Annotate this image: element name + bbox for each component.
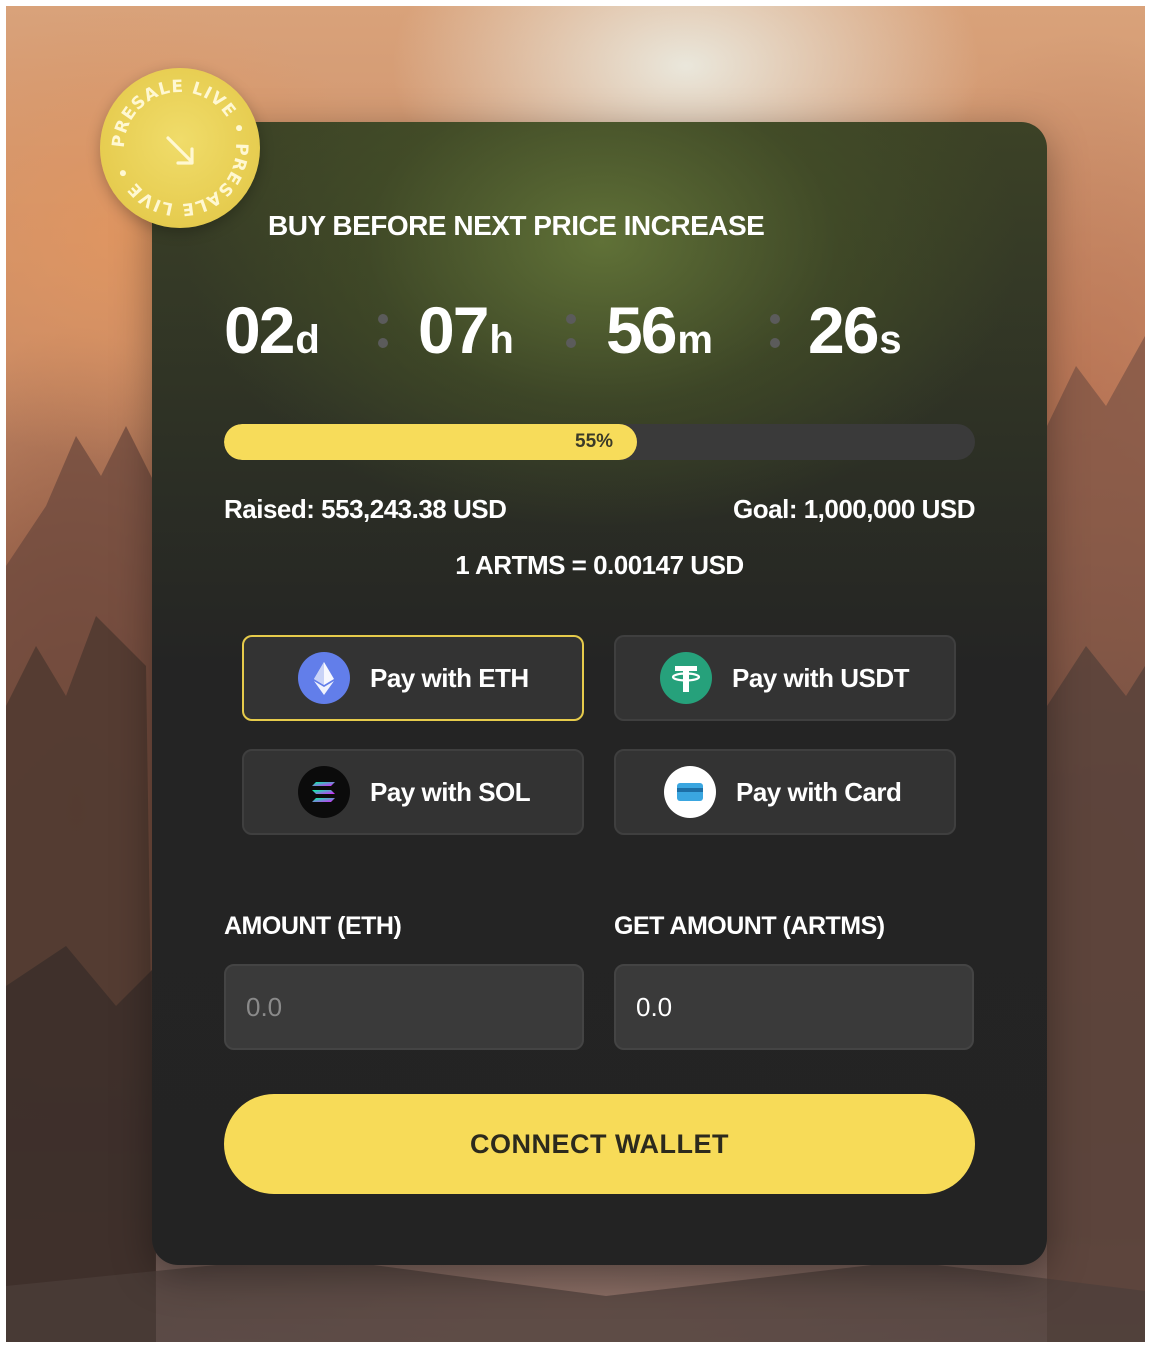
amount-field xyxy=(224,964,584,1050)
seconds-value: 26 xyxy=(808,293,879,367)
pay-eth-label: Pay with ETH xyxy=(370,662,529,693)
progress-fill: 55% xyxy=(224,424,638,460)
seconds-unit: s xyxy=(879,318,902,362)
pay-with-card-button[interactable]: Pay with Card xyxy=(614,749,956,835)
raised-amount: Raised: 553,243.38 USD xyxy=(224,494,507,524)
get-amount-label: GET AMOUNT (ARTMS) xyxy=(614,912,885,940)
timer-separator xyxy=(566,314,576,350)
tether-icon xyxy=(660,652,712,704)
days-unit: d xyxy=(295,318,320,362)
token-rate: 1 ARTMS = 0.00147 USD xyxy=(455,550,744,580)
arrow-down-right-icon xyxy=(166,136,194,165)
solana-icon xyxy=(298,766,350,818)
progress-label: 55% xyxy=(575,431,614,452)
timer-separator xyxy=(770,314,780,350)
amount-input[interactable] xyxy=(226,966,582,1048)
get-amount-input[interactable] xyxy=(616,966,972,1048)
countdown-seconds: 26 s xyxy=(808,292,902,378)
headline: BUY BEFORE NEXT PRICE INCREASE xyxy=(268,210,765,241)
connect-wallet-button[interactable]: CONNECT WALLET xyxy=(224,1094,975,1194)
pay-usdt-label: Pay with USDT xyxy=(732,662,909,693)
hours-value: 07 xyxy=(418,293,489,367)
pay-with-sol-button[interactable]: Pay with SOL xyxy=(242,749,584,835)
get-amount-field xyxy=(614,964,974,1050)
hours-unit: h xyxy=(489,318,514,362)
pay-with-usdt-button[interactable]: Pay with USDT xyxy=(614,635,956,721)
presale-live-badge: PRESALE LIVE • PRESALE LIVE • xyxy=(100,68,260,228)
pay-with-eth-button[interactable]: Pay with ETH xyxy=(242,635,584,721)
countdown-hours: 07 h xyxy=(418,292,514,378)
amount-label: AMOUNT (ETH) xyxy=(224,912,402,940)
pay-card-label: Pay with Card xyxy=(736,776,902,807)
pay-sol-label: Pay with SOL xyxy=(370,776,531,807)
minutes-unit: m xyxy=(677,318,713,362)
timer-separator xyxy=(378,314,388,350)
presale-badge-graphic: PRESALE LIVE • PRESALE LIVE • xyxy=(109,77,250,219)
days-value: 02 xyxy=(224,293,295,367)
countdown-timer: 02 d 07 h 56 m 26 s xyxy=(224,292,984,372)
goal-amount: Goal: 1,000,000 USD xyxy=(733,494,975,524)
minutes-value: 56 xyxy=(606,293,677,367)
presale-progress-bar: 55% xyxy=(224,424,975,460)
countdown-days: 02 d xyxy=(224,292,320,378)
credit-card-icon xyxy=(664,766,716,818)
countdown-minutes: 56 m xyxy=(606,292,713,378)
ethereum-icon xyxy=(298,652,350,704)
